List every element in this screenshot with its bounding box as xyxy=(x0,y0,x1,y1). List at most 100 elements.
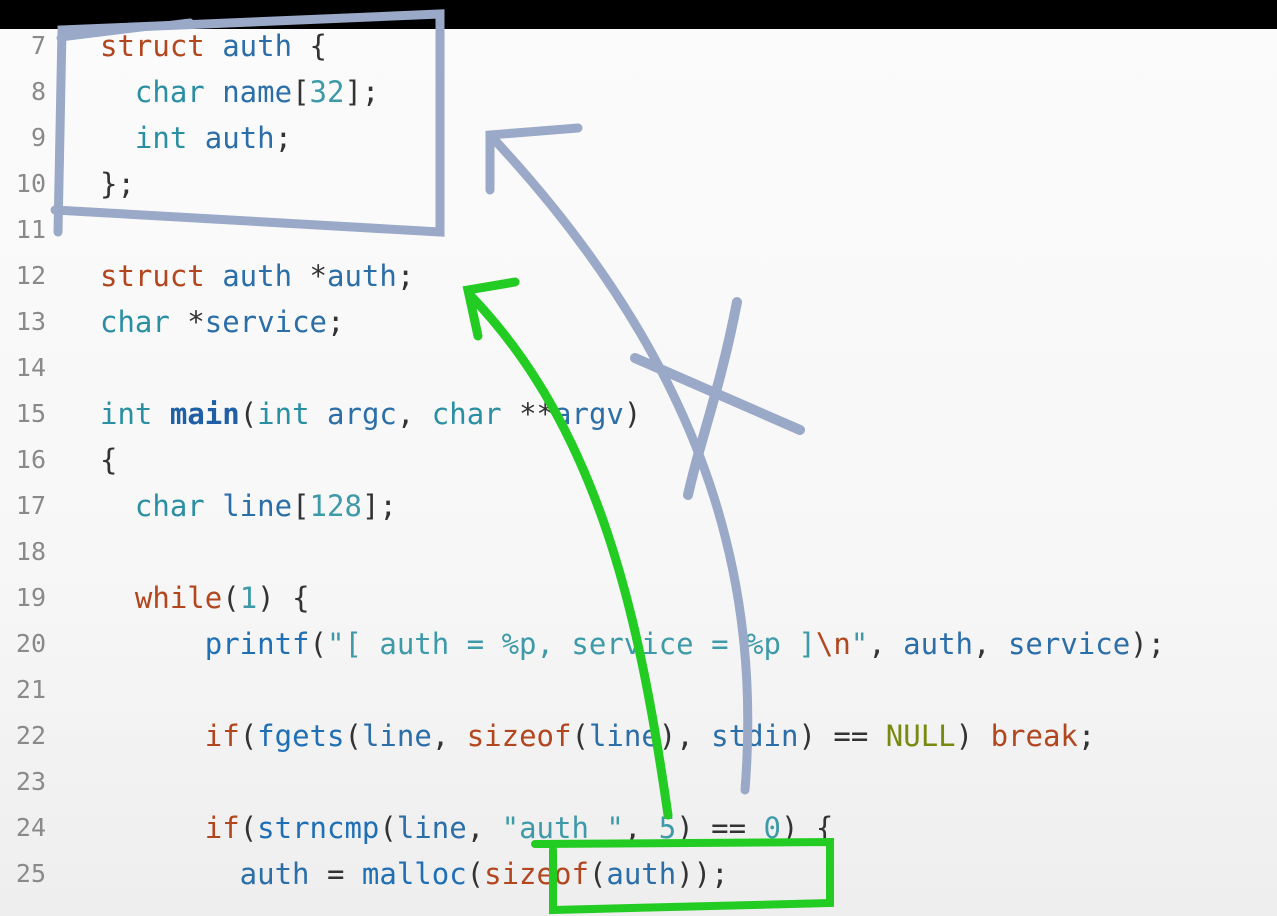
code-token: struct xyxy=(100,259,205,293)
code-token: char xyxy=(100,75,205,109)
code-token: 32 xyxy=(309,75,345,109)
code-text[interactable]: char line[128]; xyxy=(100,483,397,529)
line-number: 25 xyxy=(15,859,46,888)
code-token: { xyxy=(100,443,118,477)
code-line[interactable]: 14 xyxy=(0,345,1277,391)
code-text[interactable]: struct auth *auth; xyxy=(100,253,414,299)
code-token: ; xyxy=(1077,719,1096,753)
code-token: ) { xyxy=(257,581,310,615)
code-token: ) xyxy=(955,719,991,753)
code-token: ; xyxy=(326,305,345,339)
code-token: ( xyxy=(344,719,362,753)
line-number: 13 xyxy=(15,307,46,336)
code-token: ]; xyxy=(344,75,380,109)
code-token: ; xyxy=(396,259,415,293)
code-text[interactable]: { xyxy=(100,437,117,483)
code-token: if xyxy=(100,719,240,753)
code-token: ( xyxy=(571,719,589,753)
code-text[interactable]: char name[32]; xyxy=(100,69,379,115)
code-token: auth xyxy=(327,259,397,293)
code-token: ) xyxy=(623,397,642,431)
code-token: ( xyxy=(222,581,240,615)
code-token: * xyxy=(169,305,205,339)
line-number: 18 xyxy=(15,537,46,566)
code-text[interactable]: auth = malloc(sizeof(auth)); xyxy=(100,851,729,897)
code-token: auth xyxy=(100,857,310,891)
code-token: if xyxy=(100,811,240,845)
code-token: , xyxy=(466,811,502,845)
code-line[interactable]: 13 char *service; xyxy=(0,299,1277,345)
code-text[interactable]: while(1) { xyxy=(100,575,310,621)
code-token: "auth " xyxy=(501,811,624,845)
code-token: , xyxy=(868,627,904,661)
code-line[interactable]: 8 char name[32]; xyxy=(0,69,1277,115)
code-token: line xyxy=(588,719,659,753)
code-token: ) == xyxy=(798,719,886,753)
code-text[interactable]: printf("[ auth = %p, service = %p ]\n", … xyxy=(100,621,1165,667)
code-token: ) == xyxy=(676,811,764,845)
code-token: ); xyxy=(1130,627,1166,661)
line-number: 11 xyxy=(15,215,46,244)
code-token: sizeof xyxy=(484,857,589,891)
code-line[interactable]: 17 char line[128]; xyxy=(0,483,1277,529)
line-number: 8 xyxy=(30,77,46,106)
code-line[interactable]: 23 xyxy=(0,759,1277,805)
code-text[interactable]: char *service; xyxy=(100,299,344,345)
code-line[interactable]: 11 xyxy=(0,207,1277,253)
code-token: \n xyxy=(815,627,851,661)
code-token: ]; xyxy=(361,489,397,523)
code-token: 128 xyxy=(309,489,362,523)
code-token: struct xyxy=(100,29,205,63)
code-text[interactable]: if(fgets(line, sizeof(line), stdin) == N… xyxy=(100,713,1096,759)
code-line[interactable]: 21 xyxy=(0,667,1277,713)
code-token: while xyxy=(100,581,223,615)
code-token: auth xyxy=(204,259,310,293)
code-token: int xyxy=(100,121,188,155)
code-token: " xyxy=(850,627,869,661)
line-number: 10 xyxy=(15,169,46,198)
code-line[interactable]: 22 if(fgets(line, sizeof(line), stdin) =… xyxy=(0,713,1277,759)
code-line[interactable]: 19 while(1) { xyxy=(0,575,1277,621)
code-text[interactable]: int main(int argc, char **argv) xyxy=(100,391,641,437)
code-line[interactable]: 9 int auth; xyxy=(0,115,1277,161)
code-token: [ xyxy=(292,489,310,523)
code-line[interactable]: 12 struct auth *auth; xyxy=(0,253,1277,299)
code-line[interactable]: 18 xyxy=(0,529,1277,575)
code-token: auth xyxy=(204,29,310,63)
code-line[interactable]: 15 int main(int argc, char **argv) xyxy=(0,391,1277,437)
code-token: 1 xyxy=(239,581,258,615)
code-line[interactable]: 10}; xyxy=(0,161,1277,207)
line-number: 22 xyxy=(15,721,46,750)
code-text[interactable]: int auth; xyxy=(100,115,292,161)
line-number: 17 xyxy=(15,491,46,520)
line-number: 9 xyxy=(30,123,46,152)
code-editor[interactable]: 7 struct auth {8 char name[32]; 9 int auth… xyxy=(0,29,1277,916)
code-token: line xyxy=(396,811,467,845)
code-token: strncmp xyxy=(257,811,380,845)
code-token: argv xyxy=(554,397,624,431)
code-text[interactable]: }; xyxy=(100,161,135,207)
code-token: int xyxy=(100,397,153,431)
code-line[interactable]: 16 { xyxy=(0,437,1277,483)
code-token: { xyxy=(309,29,327,63)
code-text[interactable]: struct auth { xyxy=(100,23,327,69)
line-number: 19 xyxy=(15,583,46,612)
code-line[interactable]: 24 if(strncmp(line, "auth ", 5) == 0) { xyxy=(0,805,1277,851)
code-line[interactable]: 7 struct auth { xyxy=(0,23,1277,69)
code-token: ), xyxy=(658,719,712,753)
line-number: 24 xyxy=(15,813,46,842)
line-number: 21 xyxy=(15,675,46,704)
code-token: }; xyxy=(100,167,135,201)
code-line[interactable]: 25 auth = malloc(sizeof(auth)); xyxy=(0,851,1277,897)
code-token: argc xyxy=(309,397,397,431)
line-number: 7 xyxy=(30,31,46,60)
code-text[interactable]: if(strncmp(line, "auth ", 5) == 0) { xyxy=(100,805,834,851)
code-token: sizeof xyxy=(466,719,572,753)
code-token: line xyxy=(361,719,432,753)
code-token: fgets xyxy=(257,719,345,753)
code-token: printf xyxy=(100,627,310,661)
code-token: , xyxy=(431,719,467,753)
code-token: service xyxy=(204,305,327,339)
code-line[interactable]: 20 printf("[ auth = %p, service = %p ]\n… xyxy=(0,621,1277,667)
